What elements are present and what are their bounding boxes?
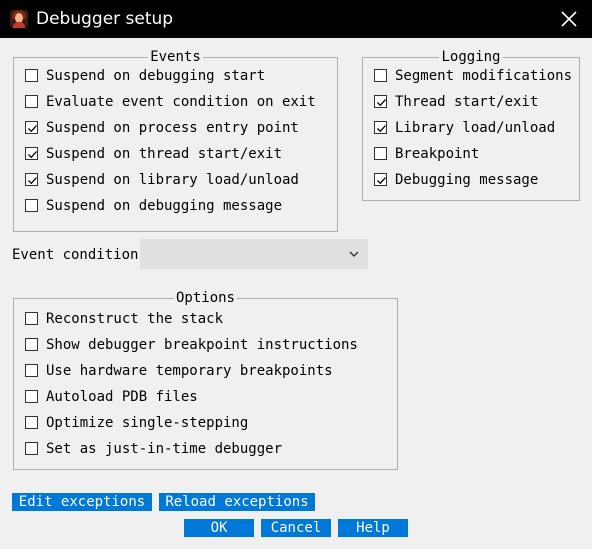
checkbox-label: Autoload PDB files (46, 389, 198, 405)
checkbox-label: Set as just-in-time debugger (46, 441, 283, 457)
checkbox[interactable] (25, 364, 38, 377)
checkbox-label: Use hardware temporary breakpoints (46, 363, 333, 379)
checkbox-label: Breakpoint (395, 146, 480, 162)
checkbox-label: Segment modifications (395, 68, 573, 84)
checkmark-icon (377, 177, 386, 185)
checkbox-label: Suspend on debugging start (46, 68, 266, 84)
checkbox[interactable] (25, 199, 38, 212)
checkbox[interactable] (25, 69, 38, 82)
checkbox-label: Evaluate event condition on exit (46, 94, 316, 110)
checkbox[interactable] (25, 312, 38, 325)
checkbox[interactable] (25, 121, 38, 134)
close-icon (561, 11, 577, 27)
window-title: Debugger setup (36, 9, 174, 29)
chevron-down-icon (349, 251, 359, 257)
reload-exceptions-button[interactable]: Reload exceptions (159, 493, 315, 511)
checkbox[interactable] (25, 338, 38, 351)
checkbox[interactable] (25, 416, 38, 429)
checkbox-label: Debugging message (395, 172, 539, 188)
checkbox[interactable] (374, 69, 387, 82)
logging-legend: Logging (439, 49, 503, 65)
checkbox-label: Suspend on library load/unload (46, 172, 299, 188)
checkbox-label: Suspend on thread start/exit (46, 146, 283, 162)
options-legend: Options (173, 290, 237, 306)
title-bar: Debugger setup (0, 0, 592, 38)
checkbox-label: Suspend on debugging message (46, 198, 283, 214)
checkmark-icon (28, 151, 37, 159)
checkmark-icon (28, 125, 37, 133)
edit-exceptions-button[interactable]: Edit exceptions (12, 493, 152, 511)
checkbox-label: Suspend on process entry point (46, 120, 299, 136)
cancel-button[interactable]: Cancel (261, 519, 331, 537)
checkmark-icon (377, 99, 386, 107)
checkbox[interactable] (25, 173, 38, 186)
help-button[interactable]: Help (338, 519, 408, 537)
close-button[interactable] (546, 0, 592, 38)
checkbox[interactable] (374, 95, 387, 108)
checkbox[interactable] (374, 121, 387, 134)
checkbox[interactable] (25, 147, 38, 160)
checkbox[interactable] (25, 95, 38, 108)
event-condition-dropdown[interactable] (140, 239, 368, 269)
events-legend: Events (148, 49, 203, 65)
app-icon (10, 10, 28, 28)
event-condition-label: Event condition (12, 247, 139, 263)
checkbox[interactable] (25, 442, 38, 455)
checkbox-label: Reconstruct the stack (46, 311, 224, 327)
checkbox-label: Library load/unload (395, 120, 556, 136)
checkbox[interactable] (374, 173, 387, 186)
checkmark-icon (28, 177, 37, 185)
ok-button[interactable]: OK (184, 519, 254, 537)
checkbox[interactable] (25, 390, 38, 403)
checkmark-icon (377, 125, 386, 133)
checkbox-label: Thread start/exit (395, 94, 539, 110)
checkbox-label: Show debugger breakpoint instructions (46, 337, 358, 353)
checkbox-label: Optimize single-stepping (46, 415, 249, 431)
checkbox[interactable] (374, 147, 387, 160)
